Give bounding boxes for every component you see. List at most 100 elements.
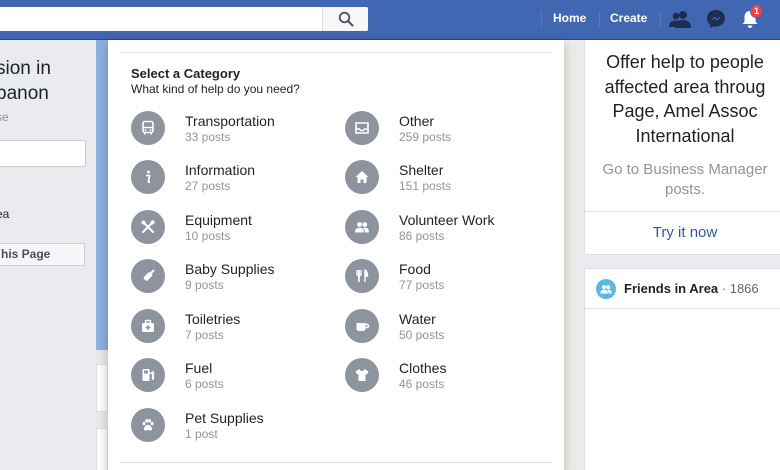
category-post-count: 259 posts xyxy=(399,130,452,144)
friends-in-area-count: · 1866 xyxy=(718,281,759,296)
category-fuel[interactable]: Fuel 6 posts xyxy=(131,358,331,398)
dialog-subtitle: What kind of help do you need? xyxy=(131,82,300,96)
category-transportation[interactable]: Transportation 33 posts xyxy=(131,111,331,151)
category-name: Transportation xyxy=(185,113,275,129)
category-post-count: 1 post xyxy=(185,427,218,441)
category-post-count: 27 posts xyxy=(185,179,231,193)
offer-help-line: Page, Amel Assoc xyxy=(612,101,758,121)
try-it-now-link[interactable]: Try it now xyxy=(585,224,780,241)
fork-knife-icon xyxy=(345,259,379,293)
friends-in-area-title[interactable]: Friends in Area · 1866 xyxy=(624,281,759,296)
page-title-line: sion in xyxy=(0,58,51,79)
bus-icon xyxy=(131,111,165,145)
info-icon xyxy=(131,160,165,194)
people-icon xyxy=(345,210,379,244)
offer-help-line: Offer help to people xyxy=(606,52,764,72)
page-action-button[interactable]: his Page xyxy=(0,243,85,266)
nav-divider xyxy=(660,11,661,27)
cup-icon xyxy=(345,309,379,343)
category-post-count: 151 posts xyxy=(399,179,452,193)
friends-in-area-label: Friends in Area xyxy=(624,281,719,296)
messenger-icon xyxy=(707,10,725,28)
kit-icon xyxy=(131,309,165,343)
category-name: Fuel xyxy=(185,360,213,376)
category-post-count: 10 posts xyxy=(185,229,231,243)
search-input[interactable] xyxy=(0,7,322,31)
house-icon xyxy=(345,160,379,194)
category-clothes[interactable]: Clothes 46 posts xyxy=(345,358,545,398)
dialog-title: Select a Category xyxy=(131,66,241,81)
category-pet-supplies[interactable]: Pet Supplies 1 post xyxy=(131,408,331,448)
category-dialog: Select a Category What kind of help do y… xyxy=(108,40,564,470)
category-name: Information xyxy=(185,162,256,178)
category-post-count: 6 posts xyxy=(185,377,224,391)
offer-help-card: Offer help to people affected area throu… xyxy=(584,40,780,255)
friends-icon xyxy=(596,279,616,299)
nav-divider xyxy=(599,11,600,27)
baby-bottle-icon xyxy=(131,259,165,293)
friend-requests-button[interactable] xyxy=(668,8,692,30)
category-name: Other xyxy=(399,113,435,129)
business-manager-line: posts. xyxy=(664,181,706,198)
category-post-count: 33 posts xyxy=(185,130,231,144)
friends-in-area-card: Friends in Area · 1866 xyxy=(584,268,780,470)
offer-help-line: affected area throug xyxy=(604,76,766,97)
card-divider xyxy=(585,211,780,212)
category-equipment[interactable]: Equipment 10 posts xyxy=(131,210,331,250)
dialog-divider xyxy=(120,462,552,463)
feed-card-edge xyxy=(96,364,108,412)
category-name: Toiletries xyxy=(185,311,241,327)
category-name: Food xyxy=(399,261,431,277)
category-post-count: 77 posts xyxy=(399,278,445,292)
shirt-icon xyxy=(345,358,379,392)
feed-card-edge xyxy=(96,428,108,470)
category-post-count: 86 posts xyxy=(399,229,445,243)
offer-help-text: Offer help to people affected area throu… xyxy=(585,50,780,148)
page-title: sion in banon xyxy=(0,56,92,106)
search-icon xyxy=(338,11,353,27)
category-information[interactable]: Information 27 posts xyxy=(131,160,331,200)
left-area-label: ea xyxy=(0,207,10,221)
tools-icon xyxy=(131,210,165,244)
category-volunteer-work[interactable]: Volunteer Work 86 posts xyxy=(345,210,545,250)
category-post-count: 9 posts xyxy=(185,278,224,292)
category-water[interactable]: Water 50 posts xyxy=(345,309,545,349)
category-post-count: 50 posts xyxy=(399,328,445,342)
card-divider xyxy=(585,308,780,309)
category-post-count: 46 posts xyxy=(399,377,445,391)
category-name: Pet Supplies xyxy=(185,410,264,426)
category-food[interactable]: Food 77 posts xyxy=(345,259,545,299)
notification-count-badge: 1 xyxy=(750,4,764,18)
page-title-line: banon xyxy=(0,83,49,104)
category-name: Equipment xyxy=(185,212,252,228)
map-strip xyxy=(563,40,574,470)
category-other[interactable]: Other 259 posts xyxy=(345,111,545,151)
dialog-divider xyxy=(120,52,552,53)
nav-home-link[interactable]: Home xyxy=(553,11,586,25)
category-name: Water xyxy=(399,311,436,327)
fuel-pump-icon xyxy=(131,358,165,392)
offer-help-line: International xyxy=(635,125,735,146)
paw-icon xyxy=(131,408,165,442)
category-baby-supplies[interactable]: Baby Supplies 9 posts xyxy=(131,259,331,299)
category-post-count: 7 posts xyxy=(185,328,224,342)
category-name: Clothes xyxy=(399,360,447,376)
page-subtitle: se xyxy=(0,110,9,124)
category-name: Shelter xyxy=(399,162,444,178)
left-text-field[interactable] xyxy=(0,140,86,167)
business-manager-line: Go to Business Manager xyxy=(602,161,768,178)
messenger-button[interactable] xyxy=(704,8,728,30)
search-box xyxy=(0,7,368,31)
category-toiletries[interactable]: Toiletries 7 posts xyxy=(131,309,331,349)
friend-requests-icon xyxy=(669,11,691,28)
search-button[interactable] xyxy=(322,7,368,31)
category-shelter[interactable]: Shelter 151 posts xyxy=(345,160,545,200)
cover-photo-strip xyxy=(96,40,108,350)
top-navigation-bar: Home Create 1 xyxy=(0,0,780,40)
notifications-button[interactable]: 1 xyxy=(738,4,764,30)
category-name: Volunteer Work xyxy=(399,212,495,228)
nav-create-link[interactable]: Create xyxy=(610,11,647,25)
business-manager-text: Go to Business Manager posts. xyxy=(585,160,780,200)
category-name: Baby Supplies xyxy=(185,261,275,277)
nav-divider xyxy=(541,11,542,27)
